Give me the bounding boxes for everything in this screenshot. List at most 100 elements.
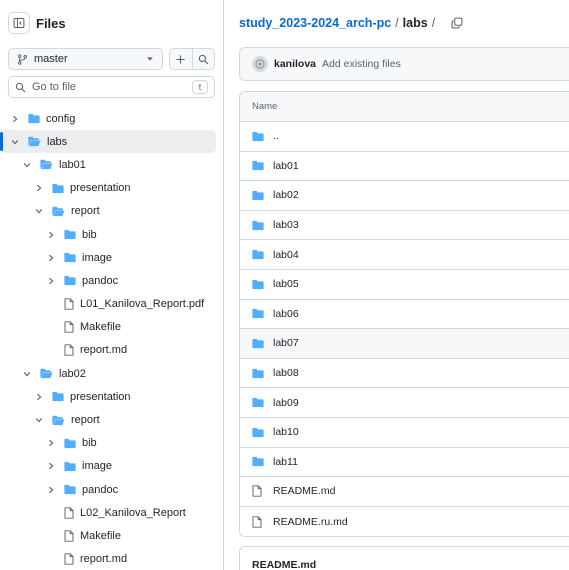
file-icon bbox=[64, 344, 74, 357]
tree-folder-item[interactable]: config bbox=[0, 107, 216, 130]
tree-folder-item[interactable]: report bbox=[0, 408, 216, 431]
file-name-link[interactable]: lab11 bbox=[273, 456, 298, 468]
tree-file-item[interactable]: Makefile bbox=[0, 316, 216, 339]
readme-title: README.md bbox=[252, 559, 317, 570]
tree-folder-item[interactable]: bib bbox=[0, 223, 216, 246]
chevron-right-icon[interactable] bbox=[10, 114, 20, 124]
folder-row[interactable]: lab07 bbox=[240, 329, 569, 359]
name-column-header: Name bbox=[252, 101, 278, 112]
tree-file-item[interactable]: report.md bbox=[0, 548, 216, 570]
file-row[interactable]: README.ru.md bbox=[240, 507, 569, 536]
folder-icon bbox=[252, 131, 264, 142]
branch-selector[interactable]: master bbox=[8, 48, 163, 70]
breadcrumb-repo-link[interactable]: study_2023-2024_arch-pc bbox=[239, 16, 391, 30]
tree-item-label: lab01 bbox=[59, 158, 86, 171]
tree-folder-item[interactable]: image bbox=[0, 246, 216, 269]
folder-row[interactable]: lab10 bbox=[240, 418, 569, 448]
search-files-button[interactable] bbox=[191, 49, 214, 69]
chevron-down-icon[interactable] bbox=[22, 160, 32, 170]
folder-open-icon bbox=[52, 415, 65, 426]
chevron-right-icon[interactable] bbox=[34, 392, 44, 402]
tree-folder-item[interactable]: lab01 bbox=[0, 153, 216, 176]
file-name-link[interactable]: lab01 bbox=[273, 160, 299, 172]
go-to-file-input[interactable] bbox=[32, 81, 192, 93]
sidebar-collapse-icon bbox=[13, 17, 25, 29]
tree-item-label: config bbox=[46, 112, 76, 125]
file-name-link[interactable]: lab09 bbox=[273, 397, 299, 409]
table-header: Name bbox=[240, 92, 569, 122]
file-name-link[interactable]: lab03 bbox=[273, 219, 299, 231]
folder-row[interactable]: lab03 bbox=[240, 211, 569, 241]
chevron-down-icon[interactable] bbox=[34, 206, 44, 216]
chevron-right-icon[interactable] bbox=[46, 276, 56, 286]
file-icon bbox=[252, 485, 264, 498]
tree-folder-item[interactable]: lab02 bbox=[0, 362, 216, 385]
tree-folder-item[interactable]: pandoc bbox=[0, 478, 216, 501]
breadcrumb: study_2023-2024_arch-pc / labs / bbox=[239, 16, 463, 30]
tree-item-label: report bbox=[71, 205, 100, 218]
tree-item-label: labs bbox=[47, 135, 68, 148]
folder-icon bbox=[52, 391, 64, 402]
tree-file-item[interactable]: L02_Kanilova_Report bbox=[0, 501, 216, 524]
tree-item-label: presentation bbox=[70, 182, 131, 195]
folder-open-icon bbox=[28, 136, 41, 147]
commit-author[interactable]: kanilova bbox=[274, 58, 316, 70]
chevron-right-icon[interactable] bbox=[46, 438, 56, 448]
tree-folder-item[interactable]: presentation bbox=[0, 177, 216, 200]
tree-file-item[interactable]: Makefile bbox=[0, 524, 216, 547]
folder-row[interactable]: lab09 bbox=[240, 388, 569, 418]
folder-icon bbox=[252, 220, 264, 231]
folder-row[interactable]: lab02 bbox=[240, 181, 569, 211]
file-name-link[interactable]: README.md bbox=[273, 485, 335, 497]
chevron-right-icon[interactable] bbox=[46, 230, 56, 240]
folder-row[interactable]: lab05 bbox=[240, 270, 569, 300]
folder-icon bbox=[252, 456, 264, 467]
go-to-file-field[interactable]: t bbox=[8, 76, 215, 98]
avatar[interactable] bbox=[252, 56, 268, 72]
copy-path-button[interactable] bbox=[451, 17, 463, 29]
tree-folder-item[interactable]: report bbox=[0, 200, 216, 223]
chevron-right-icon[interactable] bbox=[34, 183, 44, 193]
tree-folder-item[interactable]: presentation bbox=[0, 385, 216, 408]
folder-row[interactable]: lab08 bbox=[240, 359, 569, 389]
folder-row[interactable]: lab04 bbox=[240, 240, 569, 270]
file-name-link[interactable]: lab10 bbox=[273, 426, 299, 438]
folder-row[interactable]: lab01 bbox=[240, 152, 569, 182]
file-row[interactable]: README.md bbox=[240, 477, 569, 507]
tree-item-label: image bbox=[82, 251, 112, 264]
tree-item-label: L02_Kanilova_Report bbox=[80, 506, 186, 519]
add-file-button[interactable] bbox=[170, 49, 192, 69]
chevron-down-icon[interactable] bbox=[34, 415, 44, 425]
chevron-right-icon[interactable] bbox=[46, 485, 56, 495]
tree-folder-item[interactable]: bib bbox=[0, 432, 216, 455]
collapse-sidebar-button[interactable] bbox=[8, 12, 30, 34]
file-name-link[interactable]: .. bbox=[273, 130, 279, 142]
tree-item-label: pandoc bbox=[82, 483, 119, 496]
folder-icon bbox=[64, 229, 76, 240]
commit-message[interactable]: Add existing files bbox=[322, 58, 401, 70]
chevron-right-icon[interactable] bbox=[46, 253, 56, 263]
file-name-link[interactable]: lab06 bbox=[273, 308, 299, 320]
tree-folder-item[interactable]: pandoc bbox=[0, 269, 216, 292]
folder-row[interactable]: lab06 bbox=[240, 300, 569, 330]
keyboard-shortcut-hint: t bbox=[192, 80, 208, 94]
folder-row[interactable]: lab11 bbox=[240, 448, 569, 478]
chevron-right-icon[interactable] bbox=[46, 461, 56, 471]
folder-row[interactable]: .. bbox=[240, 122, 569, 152]
tree-file-item[interactable]: report.md bbox=[0, 339, 216, 362]
file-icon bbox=[64, 553, 74, 565]
file-name-link[interactable]: lab07 bbox=[273, 337, 299, 349]
tree-actions bbox=[169, 48, 215, 70]
tree-file-item[interactable]: L01_Kanilova_Report.pdf bbox=[0, 293, 216, 316]
file-name-link[interactable]: README.ru.md bbox=[273, 516, 348, 528]
chevron-down-icon[interactable] bbox=[22, 369, 32, 379]
file-name-link[interactable]: lab08 bbox=[273, 367, 299, 379]
tree-folder-item[interactable]: image bbox=[0, 455, 216, 478]
file-tree-sidebar: Files master t config labs lab01 presentati… bbox=[0, 0, 224, 570]
chevron-down-icon[interactable] bbox=[10, 137, 20, 147]
tree-folder-item[interactable]: labs bbox=[0, 130, 216, 154]
file-name-link[interactable]: lab05 bbox=[273, 278, 299, 290]
file-name-link[interactable]: lab04 bbox=[273, 249, 299, 261]
file-name-link[interactable]: lab02 bbox=[273, 189, 299, 201]
file-tree: config labs lab01 presentation report bib imag… bbox=[0, 107, 224, 570]
